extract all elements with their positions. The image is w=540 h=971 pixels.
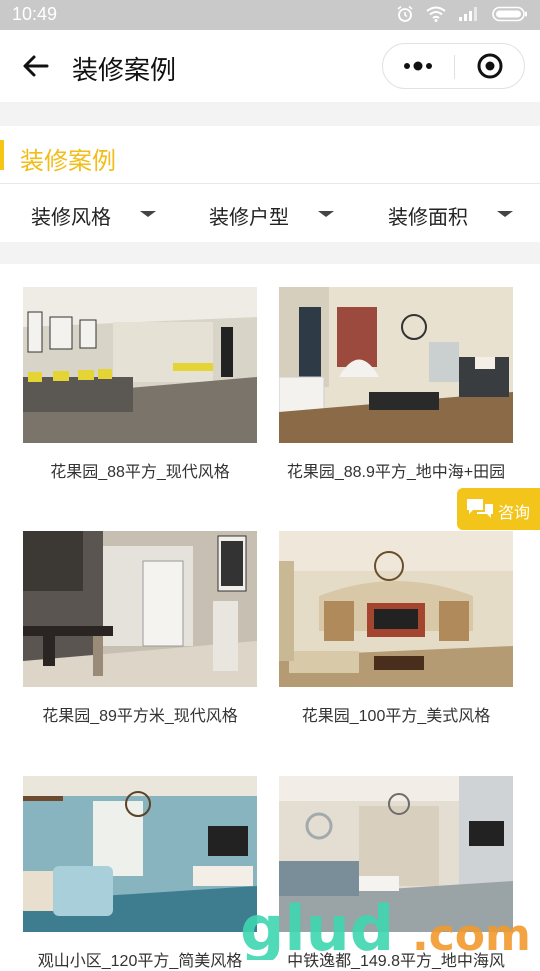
case-caption: 花果园_88.9平方_地中海+田园 bbox=[286, 464, 506, 481]
chevron-down-icon bbox=[318, 211, 334, 217]
filter-bar: 装修风格 装修户型 装修面积 bbox=[0, 184, 540, 242]
consult-button[interactable]: 咨询 bbox=[457, 488, 540, 530]
filter-layout-label: 装修户型 bbox=[209, 207, 289, 229]
chat-bubble-icon bbox=[467, 499, 493, 518]
case-photo bbox=[23, 287, 257, 443]
section-title: 装修案例 bbox=[20, 148, 116, 175]
case-card[interactable]: 花果园_88.9平方_地中海+田园 bbox=[279, 287, 513, 482]
case-caption: 花果园_88平方_现代风格 bbox=[50, 464, 230, 481]
alarm-icon bbox=[397, 5, 413, 22]
case-caption: 中铁逸都_149.8平方_地中海风 bbox=[287, 953, 505, 970]
case-caption: 观山小区_120平方_简美风格 bbox=[37, 953, 243, 970]
filter-layout[interactable]: 装修户型 bbox=[180, 184, 360, 242]
page-title: 装修案例 bbox=[72, 55, 177, 85]
signal-icon bbox=[459, 7, 477, 21]
case-card[interactable]: 花果园_89平方米_现代风格 bbox=[23, 531, 257, 726]
filter-style-label: 装修风格 bbox=[31, 207, 111, 229]
case-photo bbox=[23, 776, 257, 932]
filter-style[interactable]: 装修风格 bbox=[0, 184, 180, 242]
more-icon[interactable] bbox=[383, 44, 453, 88]
case-photo bbox=[23, 531, 257, 687]
section-header: 装修案例 bbox=[0, 126, 540, 184]
wifi-icon bbox=[426, 6, 446, 22]
filter-area-label: 装修面积 bbox=[388, 207, 468, 229]
case-photo bbox=[279, 531, 513, 687]
divider-gap bbox=[0, 102, 540, 126]
case-photo bbox=[279, 287, 513, 443]
divider-gap bbox=[0, 242, 540, 264]
case-card[interactable]: 观山小区_120平方_简美风格 bbox=[23, 776, 257, 971]
nav-bar: 装修案例 bbox=[0, 30, 540, 102]
section-accent-bar bbox=[0, 140, 4, 170]
case-card[interactable]: 花果园_100平方_美式风格 bbox=[279, 531, 513, 726]
battery-icon bbox=[492, 6, 527, 22]
status-time: 10:49 bbox=[12, 4, 58, 24]
consult-label: 咨询 bbox=[498, 505, 531, 522]
miniprogram-capsule bbox=[382, 43, 525, 89]
filter-area[interactable]: 装修面积 bbox=[360, 184, 540, 242]
back-arrow-icon[interactable] bbox=[18, 48, 54, 84]
case-caption: 花果园_100平方_美式风格 bbox=[301, 708, 491, 725]
chevron-down-icon bbox=[497, 211, 513, 217]
status-bar: 10:49 bbox=[0, 0, 540, 30]
status-icons bbox=[396, 5, 528, 23]
case-photo bbox=[279, 776, 513, 932]
chevron-down-icon bbox=[140, 211, 156, 217]
case-caption: 花果园_89平方米_现代风格 bbox=[42, 708, 238, 725]
close-target-icon[interactable] bbox=[455, 44, 525, 88]
case-card[interactable]: 花果园_88平方_现代风格 bbox=[23, 287, 257, 482]
case-card[interactable]: 中铁逸都_149.8平方_地中海风 bbox=[279, 776, 513, 971]
